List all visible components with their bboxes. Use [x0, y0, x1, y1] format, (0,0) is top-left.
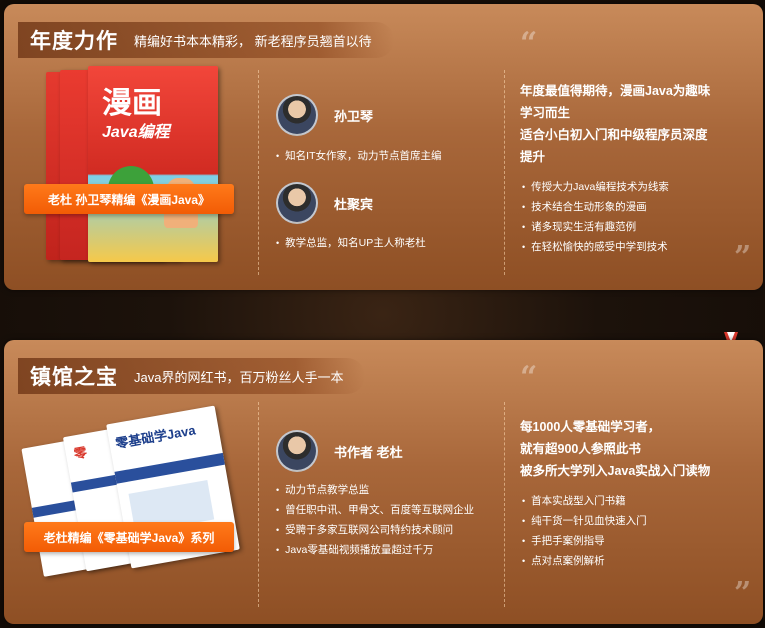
book-front-cover: 漫画 Java编程	[88, 66, 218, 262]
section-title: 镇馆之宝	[30, 366, 118, 389]
column-divider-1	[258, 70, 259, 275]
author-point: 曾任职中讯、甲骨文、百度等互联网企业	[276, 500, 474, 520]
author-2-desc-list: 教学总监，知名UP主人称老杜	[276, 233, 426, 253]
book-headline: 年度最值得期待，漫画Java为趣味 学习而生 适合小白初入门和中级程序员深度 提…	[520, 80, 710, 168]
feature-item: 点对点案例解析	[522, 551, 647, 571]
column-divider-2	[504, 70, 505, 275]
close-quote-icon: ”	[734, 240, 752, 275]
author-avatar	[276, 430, 318, 472]
headline-line: 每1000人零基础学习者，	[520, 420, 661, 434]
close-quote-icon: ”	[734, 576, 752, 611]
headline-line: 适合小白初入门和中级程序员深度	[520, 128, 708, 142]
open-quote-icon: “	[520, 26, 538, 61]
headline-line: 被多所大学列入Java实战入门读物	[520, 464, 711, 478]
feature-item: 手把手案例指导	[522, 531, 647, 551]
section-subtitle: 精编好书本本精彩， 新老程序员翘首以待	[134, 33, 372, 49]
book-image: 零 零基础学Java 老杜精编《零基础学Java》系列	[21, 405, 254, 620]
headline-line: 年度最值得期待，漫画Java为趣味	[520, 84, 711, 98]
classic-book-card: 镇馆之宝 Java界的网红书，百万粉丝人手一本 “ ” 零 零基础学Java 老…	[4, 340, 763, 624]
column-divider-1	[258, 402, 259, 607]
feature-item: 首本实战型入门书籍	[522, 491, 647, 511]
author-point: 动力节点教学总监	[276, 480, 474, 500]
author-point: 受聘于多家互联网公司特约技术顾问	[276, 520, 474, 540]
feature-list: 首本实战型入门书籍 纯干货一针见血快速入门 手把手案例指导 点对点案例解析	[522, 491, 647, 571]
section-title-pill: 镇馆之宝 Java界的网红书，百万粉丝人手一本	[18, 358, 366, 394]
book-cover-title: 零基础学Java	[114, 422, 197, 452]
author-name: 孙卫琴	[334, 108, 374, 124]
author-name: 杜聚宾	[334, 196, 374, 212]
author-1-desc-list: 知名IT女作家，动力节点首席主编	[276, 146, 441, 166]
feature-list: 传授大力Java编程技术为线索 技术结合生动形象的漫画 诸多现实生活有趣范例 在…	[522, 177, 669, 257]
book-cover-subtitle: Java编程	[102, 124, 170, 141]
author-avatar	[276, 182, 318, 224]
book-badge: 老杜精编《零基础学Java》系列	[24, 522, 234, 552]
section-title: 年度力作	[30, 30, 118, 53]
book-headline: 每1000人零基础学习者， 就有超900人参照此书 被多所大学列入Java实战入…	[520, 416, 710, 482]
author-1: 孙卫琴	[276, 94, 373, 136]
section-subtitle: Java界的网红书，百万粉丝人手一本	[134, 369, 344, 385]
featured-book-card: 年度力作 精编好书本本精彩， 新老程序员翘首以待 “ ” 漫画 Java编程 老…	[4, 4, 763, 290]
book-cover-title: 漫画	[102, 86, 162, 121]
headline-line: 提升	[520, 150, 546, 164]
author-2: 杜聚宾	[276, 182, 373, 224]
book-image: 漫画 Java编程 老杜 孙卫琴精编《漫画Java》	[24, 66, 254, 276]
author-desc: 知名IT女作家，动力节点首席主编	[276, 146, 441, 166]
author-desc: 教学总监，知名UP主人称老杜	[276, 233, 426, 253]
author-points-list: 动力节点教学总监 曾任职中讯、甲骨文、百度等互联网企业 受聘于多家互联网公司特约…	[276, 480, 474, 560]
author-1: 书作者 老杜	[276, 430, 403, 472]
author-name: 书作者 老杜	[334, 444, 403, 460]
author-point: Java零基础视频播放量超过千万	[276, 540, 474, 560]
book-badge: 老杜 孙卫琴精编《漫画Java》	[24, 184, 234, 214]
feature-item: 传授大力Java编程技术为线索	[522, 177, 669, 197]
feature-item: 纯干货一针见血快速入门	[522, 511, 647, 531]
headline-line: 就有超900人参照此书	[520, 442, 641, 456]
column-divider-2	[504, 402, 505, 607]
headline-line: 学习而生	[520, 106, 571, 120]
author-avatar	[276, 94, 318, 136]
feature-item: 诸多现实生活有趣范例	[522, 217, 669, 237]
open-quote-icon: “	[520, 360, 538, 395]
feature-item: 在轻松愉快的感受中学到技术	[522, 237, 669, 257]
feature-item: 技术结合生动形象的漫画	[522, 197, 669, 217]
section-title-pill: 年度力作 精编好书本本精彩， 新老程序员翘首以待	[18, 22, 394, 58]
